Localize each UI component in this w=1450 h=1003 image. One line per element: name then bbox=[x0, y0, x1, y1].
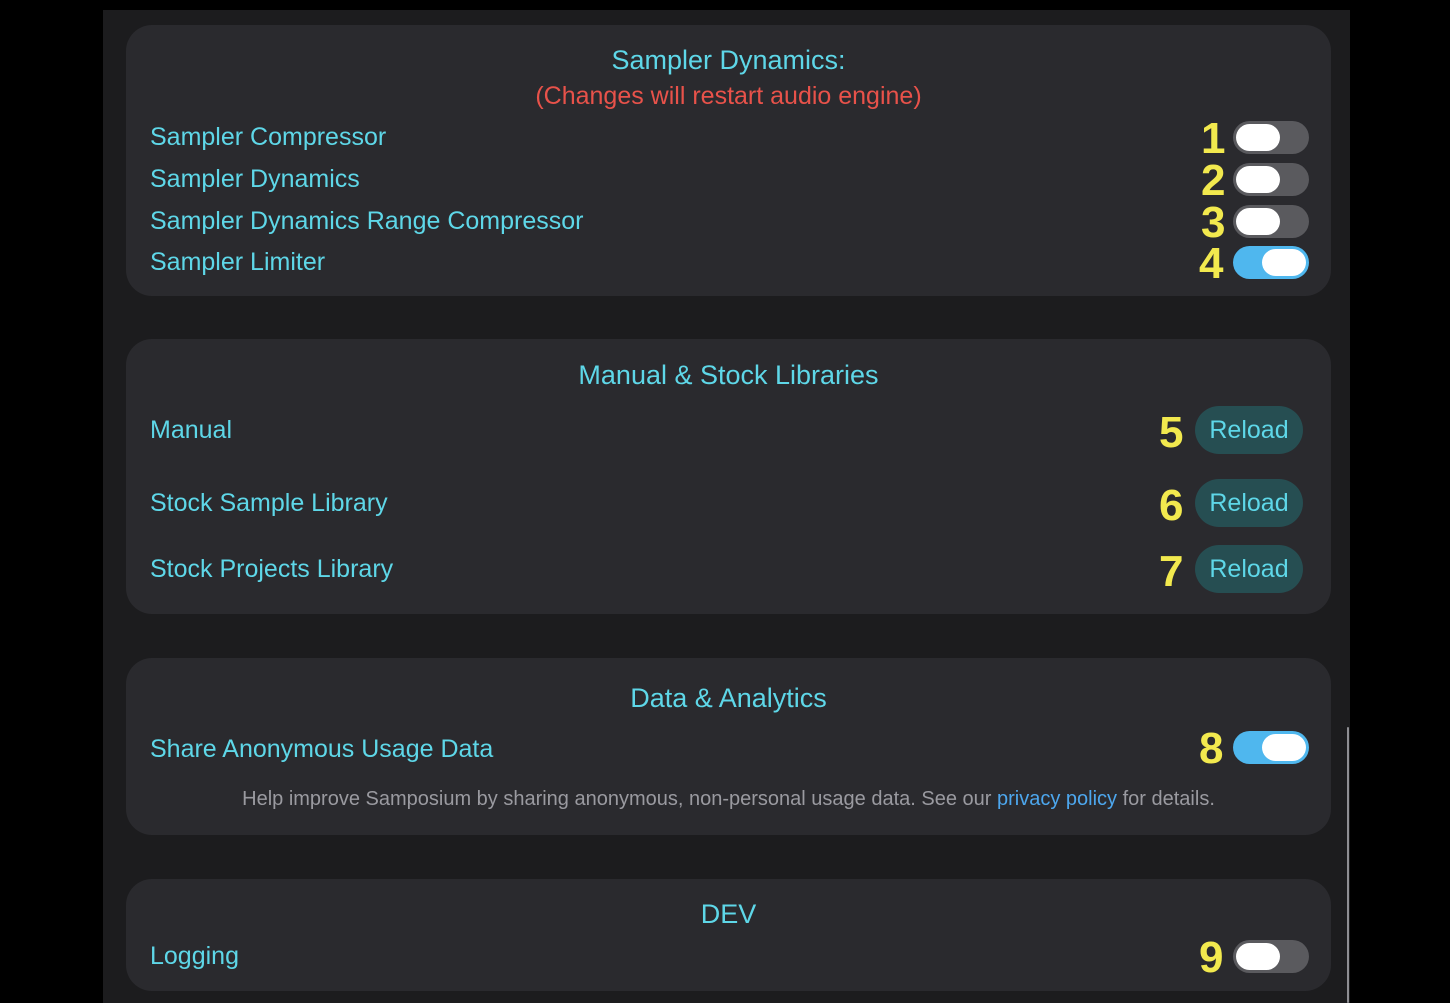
section-title: DEV bbox=[700, 899, 757, 929]
reload-stock-sample-library-button[interactable]: Reload bbox=[1195, 479, 1303, 527]
stock-projects-library-label: Stock Projects Library bbox=[150, 555, 394, 583]
toggle-knob bbox=[1236, 208, 1280, 235]
note-text-end: for details. bbox=[1117, 788, 1215, 810]
marker-1: 1 bbox=[1201, 114, 1226, 163]
share-usage-data-toggle[interactable] bbox=[1233, 731, 1309, 764]
privacy-policy-link[interactable]: privacy policy bbox=[997, 788, 1117, 810]
logging-label: Logging bbox=[150, 942, 239, 970]
usage-data-note: Help improve Samposium by sharing anonym… bbox=[126, 788, 1331, 811]
marker-9: 9 bbox=[1199, 933, 1224, 982]
marker-2: 2 bbox=[1201, 156, 1226, 205]
sampler-limiter-label: Sampler Limiter bbox=[150, 248, 326, 276]
libraries-card: Manual & Stock Libraries Manual 5 Reload… bbox=[126, 339, 1331, 614]
section-title: Data & Analytics bbox=[630, 683, 827, 713]
section-title: Manual & Stock Libraries bbox=[578, 360, 879, 390]
manual-label: Manual bbox=[150, 416, 232, 444]
marker-4: 4 bbox=[1199, 239, 1224, 288]
toggle-knob bbox=[1236, 166, 1280, 193]
note-text: Help improve Samposium by sharing anonym… bbox=[242, 788, 997, 810]
sampler-compressor-label: Sampler Compressor bbox=[150, 123, 387, 151]
scrollbar[interactable] bbox=[1347, 727, 1349, 1003]
marker-5: 5 bbox=[1159, 408, 1184, 457]
restart-warning: (Changes will restart audio engine) bbox=[535, 82, 922, 110]
sampler-dynamics-range-compressor-label: Sampler Dynamics Range Compressor bbox=[150, 207, 584, 235]
sampler-dynamics-card: Sampler Dynamics: (Changes will restart … bbox=[126, 25, 1331, 296]
toggle-knob bbox=[1262, 249, 1306, 276]
marker-8: 8 bbox=[1199, 724, 1224, 773]
logging-toggle[interactable] bbox=[1233, 940, 1309, 973]
marker-7: 7 bbox=[1159, 547, 1184, 596]
analytics-card: Data & Analytics Share Anonymous Usage D… bbox=[126, 658, 1331, 835]
toggle-knob bbox=[1262, 734, 1306, 761]
section-title: Sampler Dynamics: bbox=[611, 45, 846, 75]
toggle-knob bbox=[1236, 943, 1280, 970]
sampler-compressor-toggle[interactable] bbox=[1233, 121, 1309, 154]
share-usage-data-label: Share Anonymous Usage Data bbox=[150, 735, 494, 763]
sampler-limiter-toggle[interactable] bbox=[1233, 246, 1309, 279]
reload-stock-projects-library-button[interactable]: Reload bbox=[1195, 545, 1303, 593]
stock-sample-library-label: Stock Sample Library bbox=[150, 489, 388, 517]
toggle-knob bbox=[1236, 124, 1280, 151]
sampler-dynamics-toggle[interactable] bbox=[1233, 163, 1309, 196]
marker-6: 6 bbox=[1159, 481, 1184, 530]
dev-card: DEV Logging 9 bbox=[126, 879, 1331, 991]
reload-manual-button[interactable]: Reload bbox=[1195, 406, 1303, 454]
sampler-dynamics-range-compressor-toggle[interactable] bbox=[1233, 205, 1309, 238]
sampler-dynamics-label: Sampler Dynamics bbox=[150, 165, 360, 193]
